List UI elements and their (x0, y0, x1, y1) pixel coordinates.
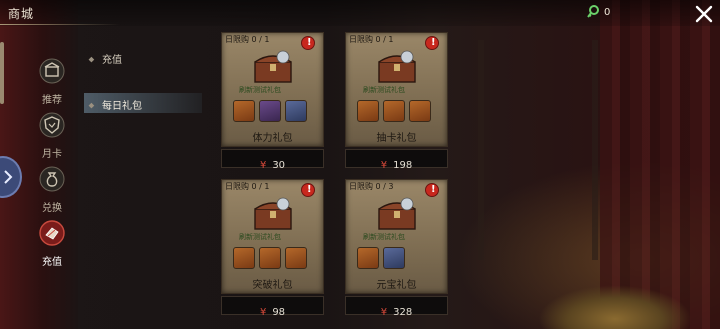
ingot-icon (233, 247, 255, 269)
nav-item-recharge[interactable]: 充值 (30, 220, 74, 272)
treasure-chest-icon (254, 50, 292, 83)
submenu-item-recharge[interactable]: 充值 (88, 51, 122, 66)
product-name: 抽卡礼包 (376, 133, 417, 144)
nav-label: 充值 (42, 257, 62, 268)
ingot-icon (357, 247, 379, 269)
submenu-item-daily-gift[interactable]: 每日礼包 (84, 93, 202, 113)
nav-item-exchange[interactable]: 兑换 (30, 166, 74, 218)
gold-treasure-pile (520, 249, 710, 329)
currency-symbol: ¥ (259, 307, 267, 318)
breakthrough-icon (285, 247, 307, 269)
submenu-label: 每日礼包 (102, 101, 142, 112)
price-button[interactable]: ¥198 (345, 149, 448, 171)
product-card-ingot[interactable]: 日限购 0 / 3 ! 刷新测试礼包 元宝礼包 ¥328 (345, 179, 448, 318)
draw-card-icon (383, 100, 405, 122)
reward-items (357, 247, 405, 269)
submenu-label: 充值 (102, 55, 122, 66)
currency-amount: 0 (604, 6, 611, 18)
nav-label: 月卡 (42, 149, 62, 160)
reward-items (357, 100, 431, 122)
product-card-breakthrough[interactable]: 日限购 0 / 1 ! 刷新测试礼包 突破礼包 ¥98 (221, 179, 324, 318)
monthly-card-shield-icon (39, 112, 65, 138)
purchase-limit: 日限购 0 / 1 (349, 35, 394, 44)
chevron-right-icon (4, 170, 13, 184)
ingot-icon (357, 100, 379, 122)
purchase-limit: 日限购 0 / 1 (225, 35, 270, 44)
product-card-stamina[interactable]: 日限购 0 / 1 ! 刷新测试礼包 体力礼包 ¥30 (221, 32, 324, 171)
product-name: 元宝礼包 (376, 280, 417, 291)
nav-item-monthly-card[interactable]: 月卡 (30, 112, 74, 164)
title-underline (0, 24, 120, 25)
bullet-icon (88, 56, 95, 63)
alert-badge-icon: ! (301, 183, 315, 197)
alert-badge-icon: ! (425, 36, 439, 50)
top-bar: 商城 0 (0, 0, 720, 26)
price-button[interactable]: ¥328 (345, 296, 448, 318)
bullet-icon (88, 102, 95, 109)
currency-display: 0 (586, 5, 610, 19)
coin-icon (285, 100, 307, 122)
gift-pouch-icon (39, 220, 65, 246)
treasure-chest-icon (254, 197, 292, 230)
stamina-wing-icon (259, 100, 281, 122)
currency-symbol: ¥ (380, 160, 388, 171)
price-button[interactable]: ¥98 (221, 296, 324, 318)
close-icon[interactable] (694, 4, 714, 24)
scroll-icon (259, 247, 281, 269)
treasure-chest-icon (378, 50, 416, 83)
price-amount: 30 (272, 160, 286, 171)
gift-tag: 刷新测试礼包 (363, 86, 405, 94)
nav-label: 兑换 (42, 203, 62, 214)
draw-card-icon (409, 100, 431, 122)
nav-item-recommend[interactable]: 推荐 (30, 58, 74, 110)
currency-symbol: ¥ (380, 307, 388, 318)
page-title: 商城 (8, 7, 35, 21)
gift-tag: 刷新测试礼包 (363, 233, 405, 241)
product-card-draw[interactable]: 日限购 0 / 1 ! 刷新测试礼包 抽卡礼包 ¥198 (345, 32, 448, 171)
currency-symbol: ¥ (259, 160, 267, 171)
treasure-chest-icon (378, 197, 416, 230)
reward-items (233, 247, 307, 269)
price-amount: 328 (393, 307, 413, 318)
key-currency-icon (587, 5, 599, 18)
left-edge-handle (0, 42, 4, 104)
purchase-limit: 日限购 0 / 3 (349, 182, 394, 191)
price-amount: 198 (393, 160, 413, 171)
nav-label: 推荐 (42, 95, 62, 106)
purchase-limit: 日限购 0 / 1 (225, 182, 270, 191)
alert-badge-icon: ! (425, 183, 439, 197)
background-doorframe (478, 40, 598, 260)
product-name: 突破礼包 (252, 280, 293, 291)
price-button[interactable]: ¥30 (221, 149, 324, 171)
ingot-icon (233, 100, 255, 122)
reward-items (233, 100, 307, 122)
money-bag-icon (39, 166, 65, 192)
price-amount: 98 (272, 307, 286, 318)
product-name: 体力礼包 (252, 133, 293, 144)
coin-icon (383, 247, 405, 269)
alert-badge-icon: ! (301, 36, 315, 50)
gift-tag: 刷新测试礼包 (239, 233, 281, 241)
shop-counter-icon (39, 58, 65, 84)
gift-tag: 刷新测试礼包 (239, 86, 281, 94)
